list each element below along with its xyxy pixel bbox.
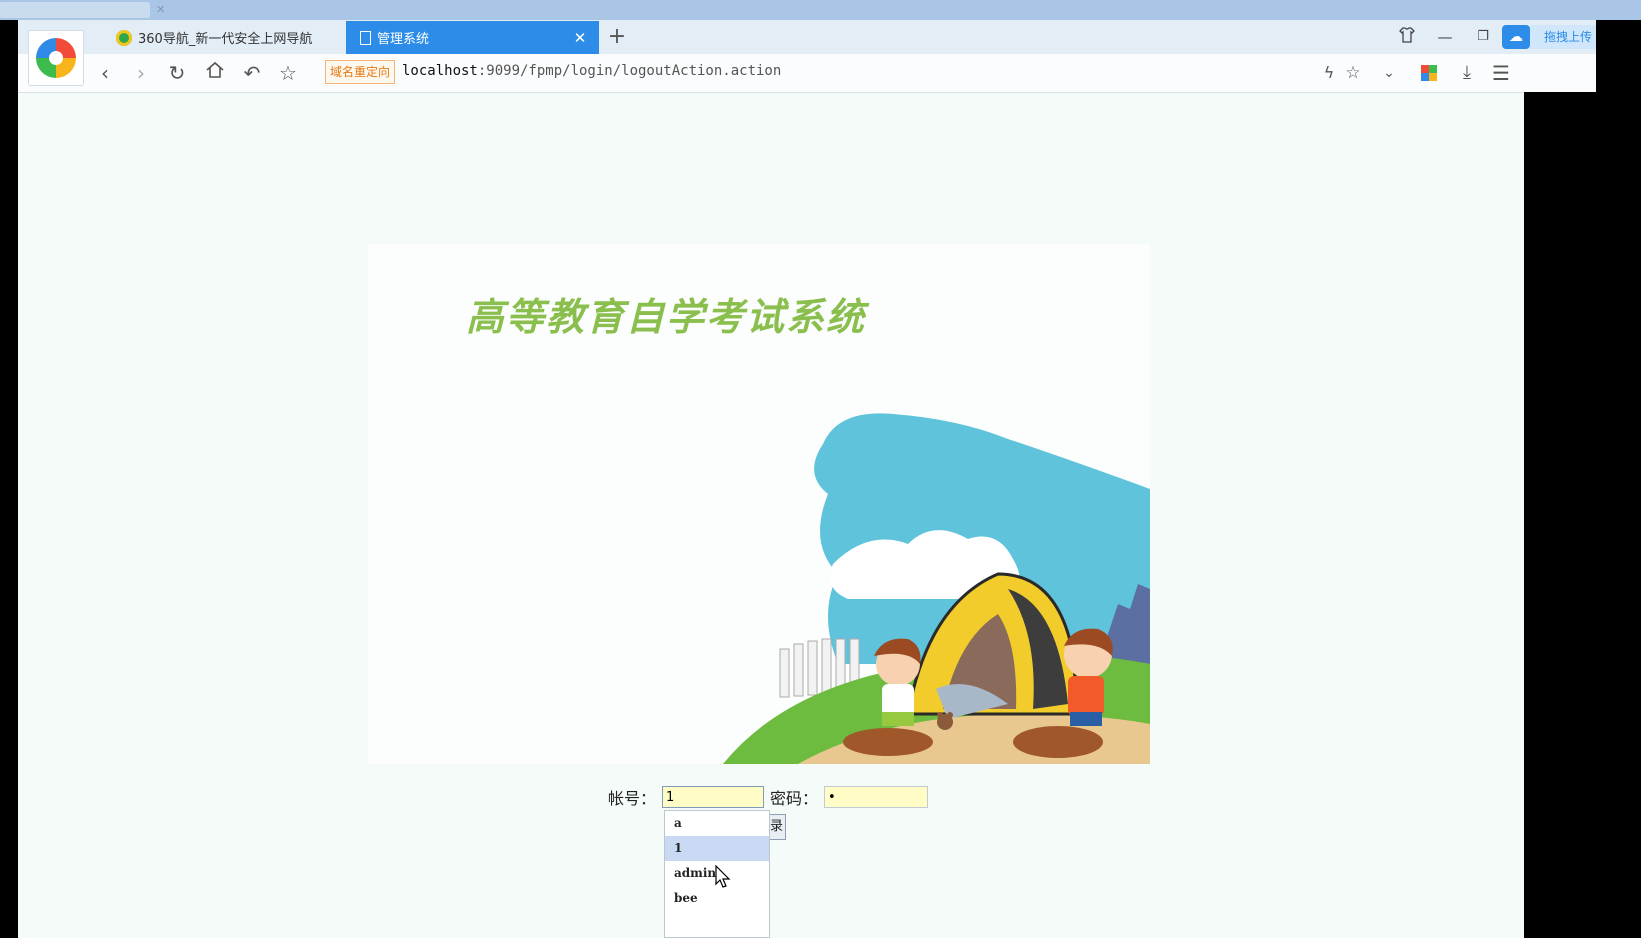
- autocomplete-item[interactable]: bee: [665, 886, 769, 911]
- login-form: 帐号： 密码：: [608, 784, 929, 810]
- forward-icon[interactable]: ›: [128, 60, 154, 86]
- tab-label: 管理系统: [377, 32, 430, 47]
- account-input[interactable]: [662, 786, 765, 808]
- navigation-bar: ‹ › ↻ ↶ ☆ 域名重定向 localhost:9099/fpmp/logi…: [18, 54, 1596, 93]
- desktop-edge: [1524, 92, 1596, 938]
- password-input[interactable]: [824, 786, 929, 808]
- tab-label: 360导航_新一代安全上网导航: [138, 32, 313, 47]
- cloud-upload-label[interactable]: 拖拽上传: [1530, 25, 1596, 49]
- password-label: 密码：: [770, 789, 819, 808]
- undo-icon[interactable]: ↶: [239, 60, 265, 86]
- browser-logo[interactable]: [28, 30, 84, 86]
- outer-close-icon: ✕: [156, 3, 166, 16]
- restore-icon[interactable]: ❐: [1470, 26, 1496, 48]
- cloud-upload-icon[interactable]: ☁: [1502, 25, 1530, 49]
- reload-icon[interactable]: ↻: [164, 60, 190, 86]
- browser-logo-center: [49, 51, 63, 65]
- new-tab-button[interactable]: +: [603, 23, 631, 51]
- bookmark-star-icon[interactable]: ☆: [275, 60, 301, 86]
- star-icon[interactable]: ☆: [1340, 60, 1366, 86]
- back-icon[interactable]: ‹: [92, 60, 118, 86]
- skin-icon[interactable]: [1394, 26, 1420, 48]
- account-label: 帐号：: [608, 789, 657, 808]
- apps-grid-glyph: [1421, 65, 1437, 81]
- apps-grid-icon[interactable]: [1416, 60, 1442, 86]
- autocomplete-item[interactable]: a: [665, 811, 769, 836]
- address-bar[interactable]: localhost:9099/fpmp/login/logoutAction.a…: [402, 63, 781, 79]
- download-icon[interactable]: ⤓: [1454, 60, 1480, 86]
- url-path: :9099/fpmp/login/logoutAction.action: [477, 63, 782, 79]
- outer-window-tab: [0, 2, 150, 18]
- login-button[interactable]: 录: [768, 814, 786, 840]
- chevron-down-icon[interactable]: ⌄: [1376, 60, 1402, 86]
- 360-favicon-icon: [116, 29, 132, 46]
- home-icon[interactable]: [202, 60, 228, 86]
- mouse-cursor-icon: [715, 865, 731, 888]
- domain-redirect-badge[interactable]: 域名重定向: [325, 60, 396, 84]
- lightning-icon[interactable]: ϟ: [1316, 60, 1342, 86]
- login-banner: 高等教育自学考试系统: [368, 244, 1150, 764]
- outer-window-titlebar: ✕: [0, 0, 1641, 20]
- autocomplete-item-selected[interactable]: 1: [665, 836, 769, 861]
- tab-management-system[interactable]: 管理系统 ✕: [346, 21, 599, 54]
- menu-icon[interactable]: ☰: [1488, 60, 1514, 86]
- browser-window: 360导航_新一代安全上网导航 ✕ 管理系统 ✕ + — ❐ ☁ 拖拽上传 ‹ …: [18, 20, 1596, 938]
- site-title: 高等教育自学考试系统: [466, 294, 867, 339]
- close-icon[interactable]: ✕: [569, 29, 591, 47]
- url-host: localhost: [402, 63, 478, 79]
- minimize-icon[interactable]: —: [1432, 26, 1458, 48]
- tab-bar: 360导航_新一代安全上网导航 ✕ 管理系统 ✕ + — ❐ ☁ 拖拽上传: [18, 20, 1596, 55]
- tab-360-nav[interactable]: 360导航_新一代安全上网导航 ✕: [98, 21, 363, 54]
- page-icon: [360, 30, 371, 45]
